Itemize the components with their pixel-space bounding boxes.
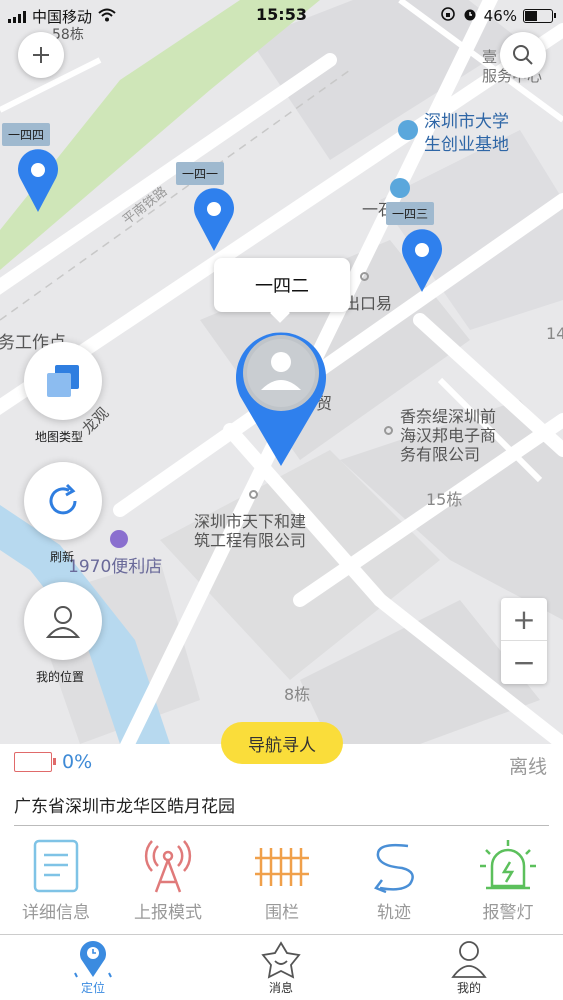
poi-dot-icon xyxy=(360,272,369,281)
my-location-label: 我的位置 xyxy=(36,670,85,684)
map-label-startup-2: 生创业基地 xyxy=(424,135,509,155)
action-fence[interactable]: 围栏 xyxy=(232,838,332,923)
refresh-button[interactable] xyxy=(24,462,102,540)
device-address: 广东省深圳市龙华区皓月花园 xyxy=(14,797,235,817)
action-label: 轨迹 xyxy=(377,903,411,923)
map-label-tianxia-2: 筑工程有限公司 xyxy=(194,531,307,550)
status-bar: 中国移动 15:53 46% xyxy=(0,0,563,30)
zoom-control: + − xyxy=(501,598,547,684)
battery-icon xyxy=(523,9,556,23)
action-alarm-light[interactable]: 报警灯 xyxy=(458,838,558,923)
map-label-8: 8栋 xyxy=(284,685,311,704)
rotation-lock-icon xyxy=(440,6,456,26)
device-status: 离线 xyxy=(508,756,547,778)
poi-dot-icon-2 xyxy=(384,426,393,435)
action-label: 报警灯 xyxy=(482,903,534,923)
tab-label: 我的 xyxy=(456,981,481,995)
location-pin-icon[interactable] xyxy=(16,148,60,212)
action-label: 围栏 xyxy=(265,903,299,923)
tab-messages[interactable]: 消息 xyxy=(236,939,326,996)
action-label: 详细信息 xyxy=(22,903,90,923)
location-pin-icon[interactable] xyxy=(400,228,444,292)
person-icon xyxy=(45,606,81,638)
selected-pin-callout[interactable]: 一四二 xyxy=(214,258,350,312)
building-poi-icon xyxy=(398,120,418,140)
search-icon xyxy=(513,45,533,65)
action-track[interactable]: 轨迹 xyxy=(344,838,444,923)
zoom-out-button[interactable]: − xyxy=(501,641,547,684)
map-label-startup-1: 深圳市大学 xyxy=(424,112,509,132)
message-icon xyxy=(261,941,301,979)
map-label-company-3: 务有限公司 xyxy=(400,445,481,464)
device-battery-percent: 0% xyxy=(62,751,93,773)
fence-icon xyxy=(255,848,309,886)
tab-label: 定位 xyxy=(80,981,105,995)
action-label: 上报模式 xyxy=(134,903,202,923)
refresh-icon xyxy=(49,483,77,515)
poi-dot-icon-3 xyxy=(249,490,258,499)
action-report-mode[interactable]: 上报模式 xyxy=(118,838,218,923)
map-view[interactable]: 58栋 壹 服务中心 深圳市大学 生创业基地 一石 平南铁路 14 出口易 务工… xyxy=(0,0,563,744)
refresh-label: 刷新 xyxy=(50,550,75,564)
map-type-label: 地图类型 xyxy=(35,430,84,444)
location-pin-icon[interactable] xyxy=(192,187,236,251)
building-poi-icon-2 xyxy=(390,178,410,198)
search-button[interactable] xyxy=(500,32,546,78)
document-icon xyxy=(33,839,79,893)
alarm-light-icon xyxy=(480,840,536,890)
action-detail-info[interactable]: 详细信息 xyxy=(6,838,106,923)
layers-icon xyxy=(47,365,79,397)
map-type-button[interactable] xyxy=(24,342,102,420)
tab-label: 消息 xyxy=(268,981,293,995)
tab-bar: 定位 消息 我的 xyxy=(0,934,563,1000)
tab-profile[interactable]: 我的 xyxy=(424,939,514,996)
selected-location-pin-icon[interactable] xyxy=(232,324,330,466)
antenna-icon xyxy=(144,840,192,893)
alarm-clock-icon xyxy=(462,6,478,26)
navigate-button[interactable]: 导航寻人 xyxy=(221,722,343,764)
map-label-15: 15栋 xyxy=(426,490,463,509)
profile-icon xyxy=(451,941,487,978)
add-button[interactable] xyxy=(18,32,64,78)
pin-label-143: 一四三 xyxy=(386,202,435,225)
location-icon xyxy=(74,941,112,978)
map-label-export: 出口易 xyxy=(344,294,393,313)
my-location-button[interactable] xyxy=(24,582,102,660)
tab-location[interactable]: 定位 xyxy=(48,939,138,996)
plus-icon xyxy=(33,47,49,63)
store-poi-icon xyxy=(110,530,128,548)
track-icon xyxy=(374,843,414,894)
zoom-in-button[interactable]: + xyxy=(501,598,547,641)
pin-label-144: 一四四 xyxy=(2,123,51,146)
device-battery-icon xyxy=(14,752,56,772)
battery-percent: 46% xyxy=(483,7,517,25)
divider xyxy=(14,825,549,826)
pin-label-141: 一四一 xyxy=(176,162,225,185)
map-label-14: 14 xyxy=(546,324,563,343)
map-label-1970-store: 1970便利店 xyxy=(68,557,163,577)
